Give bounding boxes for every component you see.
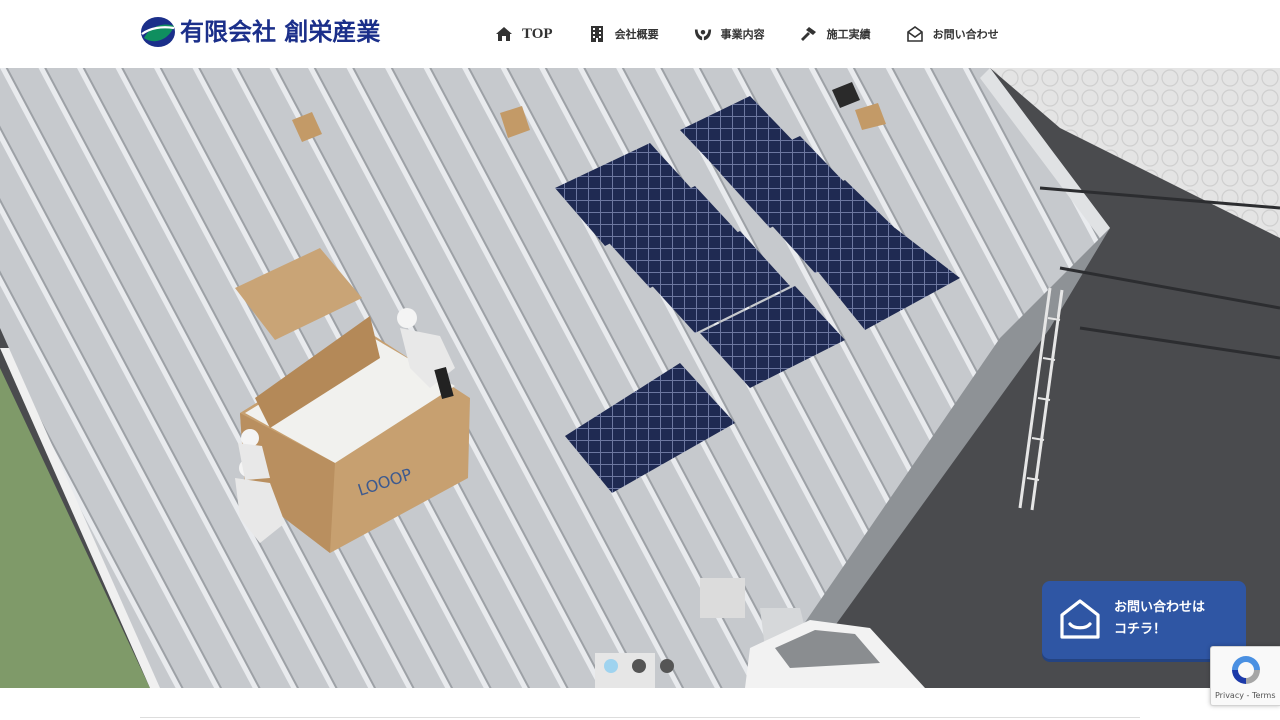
- content-divider: [140, 717, 1140, 718]
- home-icon: [495, 25, 513, 43]
- nav-item-company[interactable]: 会社概要: [573, 0, 679, 68]
- slider-dot-3[interactable]: [660, 659, 674, 673]
- slider-dots: [604, 659, 674, 673]
- nav-label: お問い合わせ: [932, 28, 999, 41]
- building-icon: [588, 25, 606, 43]
- nav-label: TOP: [522, 25, 553, 42]
- logo-mark-icon: [140, 16, 176, 48]
- nav-item-contact[interactable]: お問い合わせ: [891, 0, 1019, 68]
- nav-label: 会社概要: [614, 28, 659, 41]
- handshake-icon: [694, 25, 712, 43]
- envelope-open-icon: [906, 25, 924, 43]
- cta-line-1: お問い合わせは: [1114, 600, 1206, 615]
- envelope-open-icon: [1058, 597, 1102, 641]
- cta-text: お問い合わせは コチラ！: [1114, 597, 1244, 641]
- nav-item-business[interactable]: 事業内容: [679, 0, 785, 68]
- company-logo[interactable]: 有限会社 創栄産業: [140, 16, 380, 48]
- recaptcha-links[interactable]: Privacy - Terms: [1215, 691, 1276, 700]
- main-nav: TOP 会社概要 事業内容 施工実績 お問い合わせ: [480, 0, 1019, 68]
- site-header: 有限会社 創栄産業 TOP 会社概要 事業内容 施工実績 お問い合わせ: [0, 0, 1280, 68]
- slider-dot-2[interactable]: [632, 659, 646, 673]
- cta-line-2: コチラ！: [1114, 622, 1167, 637]
- nav-item-top[interactable]: TOP: [480, 0, 573, 68]
- nav-label: 施工実績: [826, 28, 871, 41]
- hammer-icon: [800, 25, 818, 43]
- slider-dot-1[interactable]: [604, 659, 618, 673]
- nav-label: 事業内容: [720, 28, 765, 41]
- recaptcha-icon: [1229, 653, 1263, 687]
- logo-text: 有限会社 創栄産業: [180, 18, 381, 46]
- recaptcha-badge[interactable]: Privacy - Terms: [1210, 646, 1280, 706]
- nav-item-works[interactable]: 施工実績: [785, 0, 891, 68]
